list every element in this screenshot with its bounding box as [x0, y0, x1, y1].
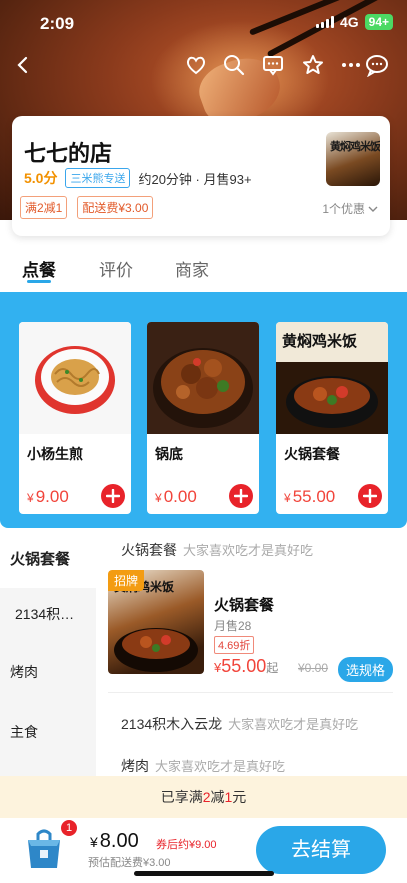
- top-navigation: [0, 50, 407, 84]
- menu-list: 火锅套餐大家喜欢吃才是真好吃 黄焖鸡米饭 招牌 火锅套餐 月售28 4.69折 …: [96, 528, 407, 776]
- status-time: 2:09: [40, 14, 75, 33]
- coupon-toggle[interactable]: 1个优惠: [322, 200, 378, 217]
- tab-active-indicator: [27, 280, 51, 283]
- shop-delivery-meta: 约20分钟 · 月售93+: [138, 171, 252, 187]
- cart-total: ¥8.00: [90, 830, 139, 852]
- discount-badge: 4.69折: [214, 636, 255, 654]
- menu-item-original-price: ¥0.00: [298, 661, 329, 675]
- add-to-cart-button[interactable]: [358, 484, 382, 508]
- add-to-cart-button[interactable]: [229, 484, 253, 508]
- network-label: 4G: [339, 14, 359, 30]
- signature-badge: 招牌: [108, 570, 145, 591]
- tab-merchant[interactable]: 商家: [175, 256, 209, 281]
- signal-icon: [315, 16, 334, 28]
- dish-name: 火锅套餐: [284, 446, 340, 462]
- menu-item-image[interactable]: 黄焖鸡米饭 招牌: [108, 570, 204, 674]
- delivery-fee-tag: 配送费¥3.00: [77, 196, 154, 219]
- section-header: 火锅套餐 大家喜欢吃才是真好吃: [121, 542, 314, 558]
- promo-tag: 满2减1: [20, 196, 68, 219]
- dish-price: ¥0.00: [155, 487, 197, 506]
- battery-icon: 94+: [364, 14, 393, 30]
- category-item-bbq[interactable]: 烤肉: [0, 642, 96, 702]
- add-to-cart-button[interactable]: [101, 484, 125, 508]
- search-icon[interactable]: [219, 50, 249, 80]
- shopping-bag-icon[interactable]: [20, 826, 68, 870]
- dish-image: [147, 322, 259, 434]
- estimated-delivery-fee: 预估配送费¥3.00: [88, 857, 171, 869]
- dish-image: [19, 322, 131, 434]
- delivery-service-tag: 三米熊专送: [65, 168, 131, 188]
- tab-reviews[interactable]: 评价: [99, 256, 133, 281]
- dish-price: ¥9.00: [27, 487, 69, 506]
- store-page: 2:09 4G 94+ 七七的店 5.0分 三米熊专送 约20分钟 · 月售93…: [0, 0, 407, 883]
- dish-image-caption: 黄焖鸡米饭: [282, 333, 358, 350]
- category-item-staple[interactable]: 主食: [0, 702, 96, 762]
- dish-price: ¥55.00: [284, 487, 336, 506]
- plus-icon: [363, 489, 377, 503]
- plus-icon: [234, 489, 248, 503]
- store-tabs: 点餐 评价 商家: [0, 250, 407, 286]
- menu-item-price: ¥55.00起: [214, 656, 279, 676]
- after-coupon-price: 券后约¥9.00: [156, 839, 217, 851]
- section-header: 2134积木入云龙 大家喜欢吃才是真好吃: [121, 716, 359, 732]
- category-sidebar: 火锅套餐 2134积… 烤肉 主食: [0, 528, 96, 776]
- favorite-heart-icon[interactable]: [181, 50, 211, 80]
- section-header: 烤肉 大家喜欢吃才是真好吃: [121, 758, 286, 774]
- plus-icon: [106, 489, 120, 503]
- status-bar: 2:09 4G 94+: [0, 0, 407, 44]
- chevron-down-icon: [368, 206, 378, 212]
- featured-card[interactable]: 锅底 ¥0.00: [147, 322, 259, 514]
- tab-order[interactable]: 点餐: [22, 256, 56, 281]
- shop-logo: 黄焖鸡米饭: [326, 132, 380, 186]
- coupon-label: 1个优惠: [322, 202, 365, 216]
- checkout-button[interactable]: 去结算: [256, 826, 386, 874]
- shop-info-card[interactable]: 七七的店 5.0分 三米熊专送 约20分钟 · 月售93+ 黄焖鸡米饭 满2减1…: [12, 116, 390, 236]
- message-icon[interactable]: [258, 50, 288, 80]
- featured-card[interactable]: 小杨生煎 ¥9.00: [19, 322, 131, 514]
- divider: [108, 692, 393, 693]
- shop-rating: 5.0分: [24, 170, 58, 186]
- dish-name: 小杨生煎: [27, 446, 83, 462]
- category-item-hotpot-set[interactable]: 火锅套餐: [0, 528, 96, 588]
- back-icon[interactable]: [8, 50, 38, 80]
- featured-dishes: 小杨生煎 ¥9.00 锅底 ¥0.00 黄焖鸡米饭 火锅套餐 ¥ 55.00: [0, 292, 407, 528]
- dish-image: 黄焖鸡米饭: [276, 322, 388, 434]
- menu-item-name: 火锅套餐: [214, 597, 275, 614]
- dish-name: 锅底: [155, 446, 183, 462]
- home-indicator: [134, 871, 274, 876]
- category-item-2134[interactable]: 2134积…: [0, 584, 96, 644]
- featured-card[interactable]: 黄焖鸡米饭 火锅套餐 ¥55.00: [276, 322, 388, 514]
- shop-name: 七七的店: [24, 141, 113, 166]
- discount-progress-bar: 已享满2减1元: [0, 776, 407, 818]
- star-icon[interactable]: [298, 50, 328, 80]
- chat-bubble-icon[interactable]: [362, 50, 392, 80]
- menu-item-sales: 月售28: [214, 619, 252, 633]
- cart-count-badge: 1: [61, 820, 77, 836]
- select-spec-button[interactable]: 选规格: [338, 657, 394, 682]
